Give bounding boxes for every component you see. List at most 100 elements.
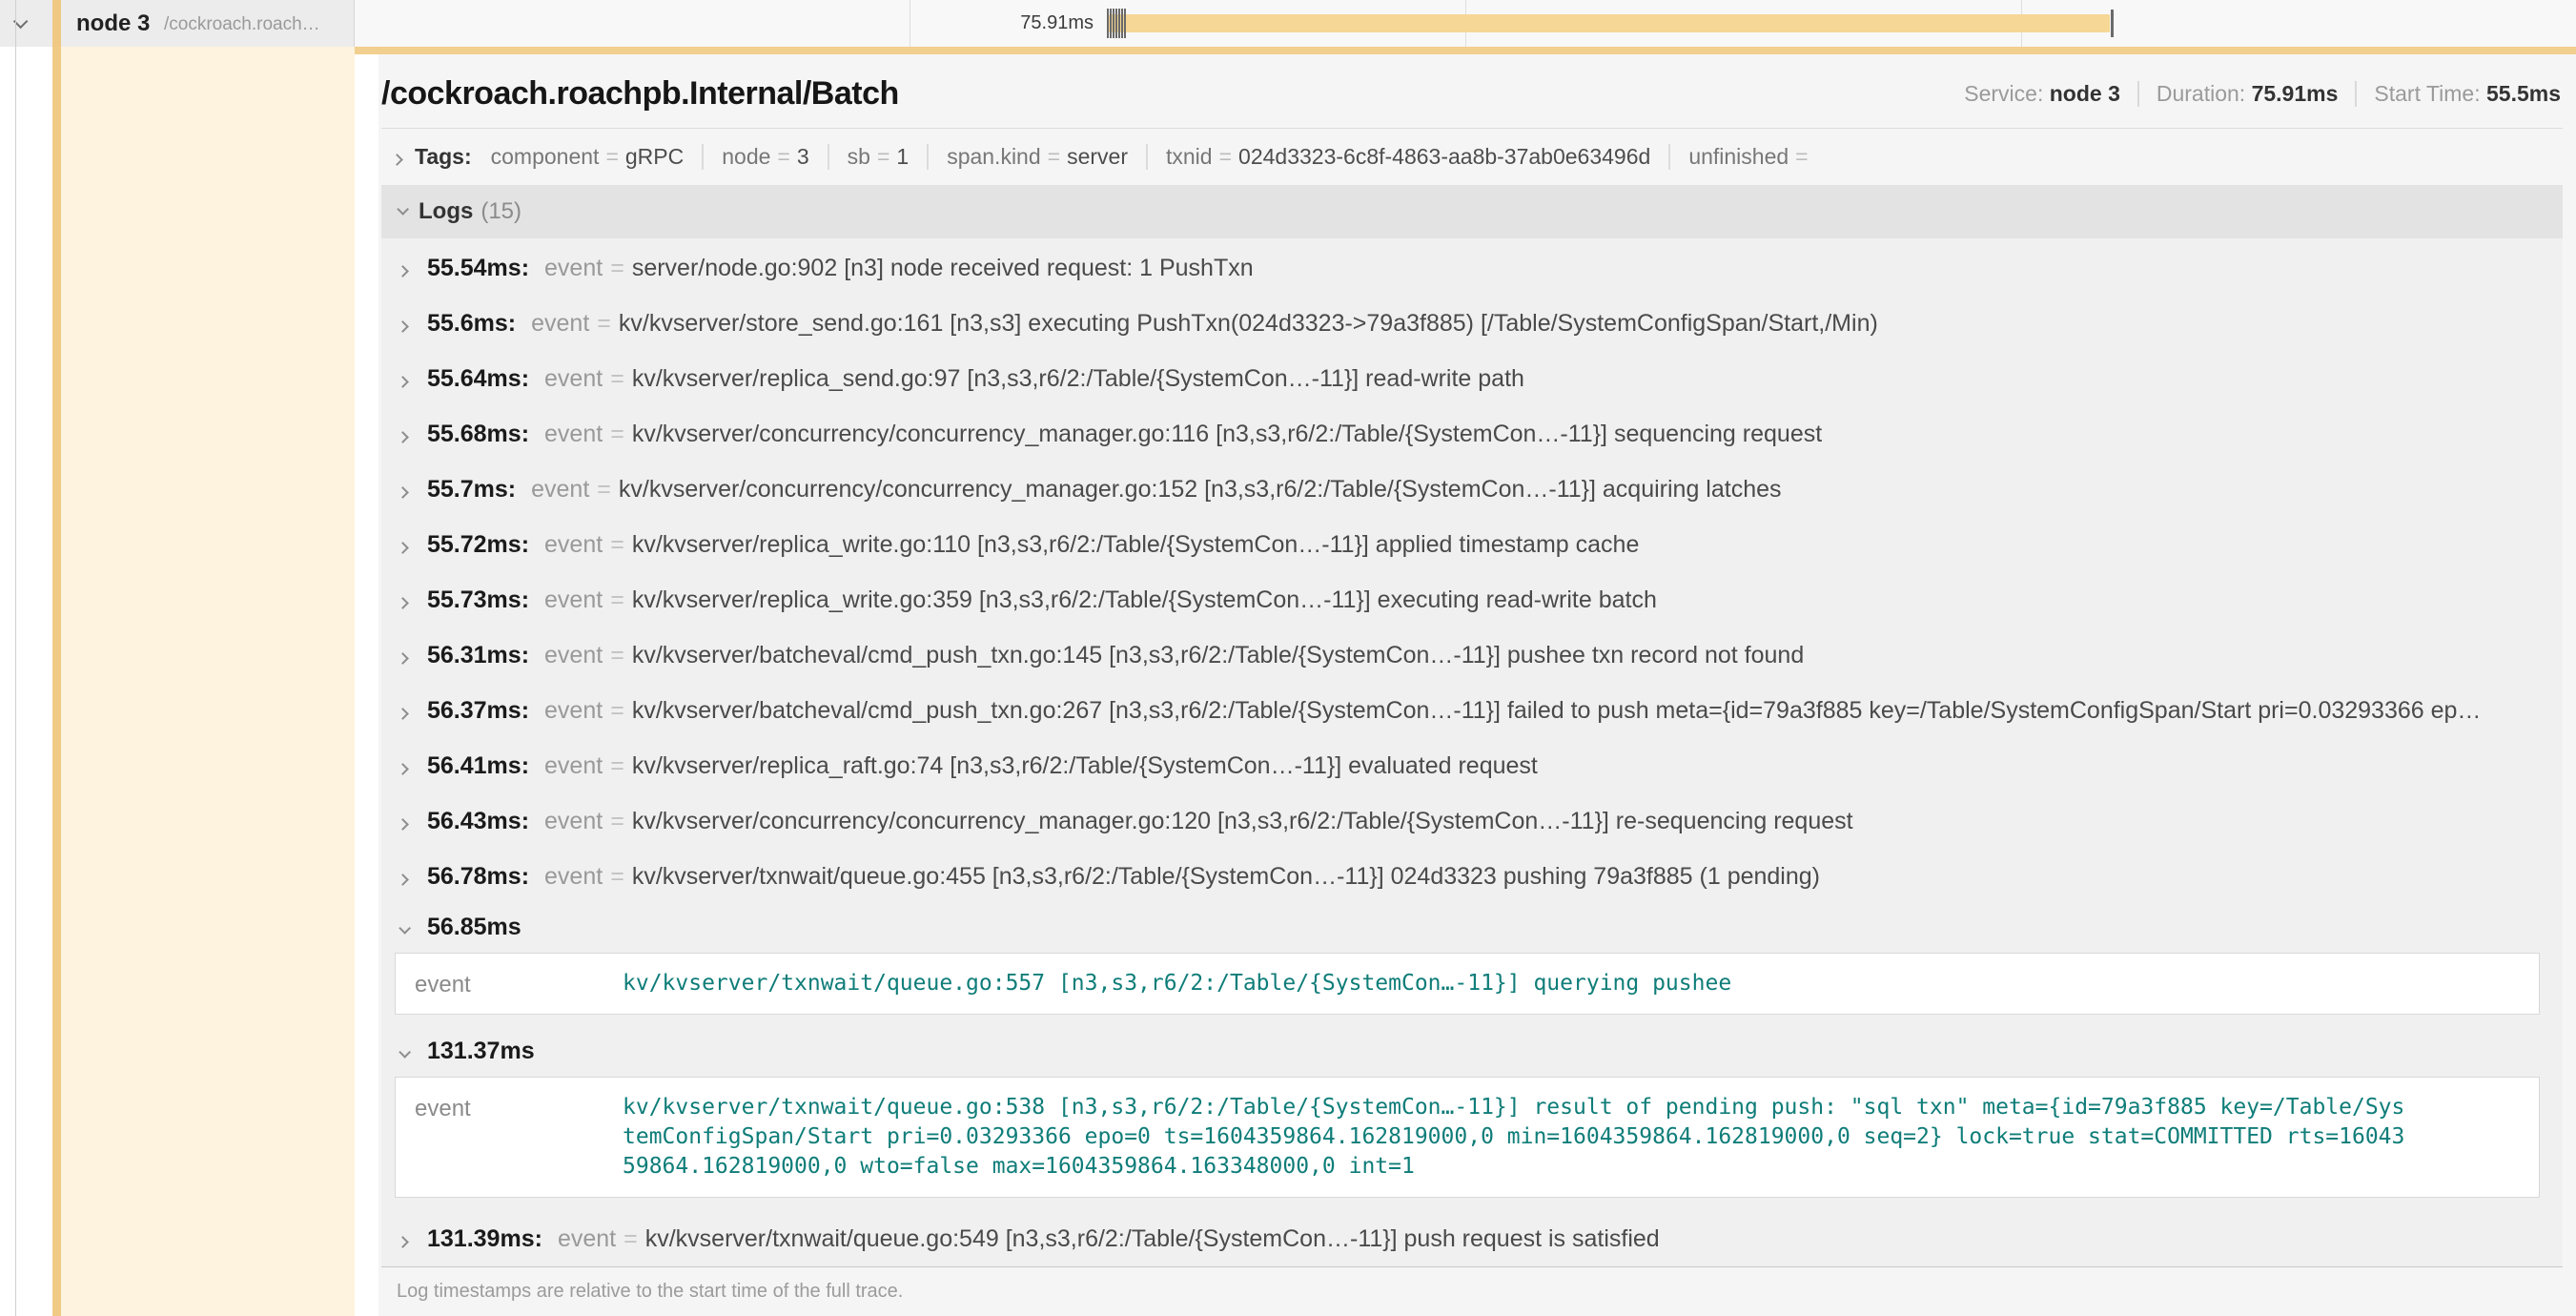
chevron-down-icon	[399, 1038, 427, 1065]
log-field-value: kv/kvserver/replica_write.go:110 [n3,s3,…	[632, 531, 1640, 559]
log-entry-row[interactable]: 56.31ms: event = kv/kvserver/batcheval/c…	[381, 627, 2563, 683]
equals-sign: =	[603, 255, 632, 282]
chevron-right-icon	[399, 531, 427, 559]
tag-item: component=gRPC	[491, 144, 685, 170]
stat-duration: Duration: 75.91ms	[2137, 81, 2339, 107]
log-field-key: event	[531, 310, 589, 338]
log-entry-row[interactable]: 56.41ms: event = kv/kvserver/replica_raf…	[381, 738, 2563, 793]
chevron-right-icon	[399, 586, 427, 614]
log-marker-tick	[1118, 9, 1120, 38]
log-field-value: kv/kvserver/concurrency/concurrency_mana…	[619, 476, 1782, 504]
timeline-viewport[interactable]: 75.91ms	[355, 0, 2576, 47]
log-entry-row[interactable]: 55.64ms: event = kv/kvserver/replica_sen…	[381, 351, 2563, 406]
log-field-key: event	[544, 642, 603, 669]
log-timestamp: 55.72ms:	[427, 531, 529, 559]
log-entry-row[interactable]: 55.72ms: event = kv/kvserver/replica_wri…	[381, 517, 2563, 572]
log-entry-row[interactable]: 55.6ms: event = kv/kvserver/store_send.g…	[381, 296, 2563, 351]
equals-sign: =	[1041, 144, 1067, 169]
equals-sign: =	[603, 752, 632, 780]
log-field-key: event	[544, 255, 603, 282]
log-field-key: event	[531, 476, 589, 504]
log-entry-row[interactable]: 56.78ms: event = kv/kvserver/txnwait/que…	[381, 849, 2563, 904]
logs-title: Logs	[419, 198, 473, 225]
log-timestamp: 56.31ms:	[427, 642, 529, 669]
chevron-right-icon	[399, 697, 427, 725]
tags-label: Tags:	[415, 144, 472, 170]
log-entry-row[interactable]: 56.37ms: event = kv/kvserver/batcheval/c…	[381, 683, 2563, 738]
chevron-down-icon	[399, 914, 427, 941]
logs-accordian-header[interactable]: Logs (15)	[381, 185, 2563, 238]
log-field-value: kv/kvserver/txnwait/queue.go:538 [n3,s3,…	[623, 1093, 2415, 1182]
log-field-value: kv/kvserver/concurrency/concurrency_mana…	[632, 421, 1822, 448]
detail-header: /cockroach.roachpb.Internal/Batch Servic…	[381, 54, 2563, 129]
chevron-right-icon	[399, 365, 427, 393]
log-field-value: kv/kvserver/store_send.go:161 [n3,s3] ex…	[619, 310, 1878, 338]
chevron-right-icon	[399, 421, 427, 448]
log-field-key: event	[544, 808, 603, 835]
stat-service: Service: node 3	[1964, 81, 2120, 107]
log-field-key: event	[544, 752, 603, 780]
tag-divider	[828, 144, 829, 170]
log-field-key: event	[415, 969, 623, 998]
service-name: node 3	[76, 0, 150, 47]
equals-sign: =	[603, 531, 632, 559]
log-field-value: kv/kvserver/replica_write.go:359 [n3,s3,…	[632, 586, 1657, 614]
equals-sign: =	[589, 310, 619, 338]
log-entry-row[interactable]: 55.54ms: event = server/node.go:902 [n3]…	[381, 240, 2563, 296]
equals-sign: =	[616, 1225, 645, 1253]
log-field-key: event	[544, 586, 603, 614]
equals-sign: =	[589, 476, 619, 504]
log-entry-row[interactable]: 56.85ms	[381, 904, 2563, 950]
span-row[interactable]: node 3 /cockroach.roach… 75.91ms	[0, 0, 2576, 47]
log-marker-tick	[1124, 9, 1126, 38]
log-field-key: event	[544, 365, 603, 393]
logs-list: 55.54ms: event = server/node.go:902 [n3]…	[381, 238, 2563, 1267]
log-timestamp: 56.43ms:	[427, 808, 529, 835]
log-entry-row[interactable]: 56.43ms: event = kv/kvserver/concurrency…	[381, 793, 2563, 849]
log-marker-tick	[1113, 9, 1114, 38]
span-color-strip	[52, 0, 61, 47]
log-marker-ticks	[1107, 9, 1126, 38]
chevron-right-icon	[399, 310, 427, 338]
span-duration-bar[interactable]	[1109, 14, 2110, 32]
column-divider	[15, 0, 16, 1316]
log-field-key: event	[544, 531, 603, 559]
log-field-value: kv/kvserver/txnwait/queue.go:557 [n3,s3,…	[623, 969, 1731, 998]
tag-divider	[1146, 144, 1148, 170]
chevron-down-icon	[397, 203, 405, 220]
tag-item: sb=1	[848, 144, 910, 170]
detail-color-strip	[52, 47, 61, 1316]
log-field-value: kv/kvserver/replica_raft.go:74 [n3,s3,r6…	[632, 752, 1538, 780]
chevron-right-icon	[399, 476, 427, 504]
logs-footer-note: Log timestamps are relative to the start…	[381, 1267, 2563, 1316]
log-timestamp: 131.39ms:	[427, 1225, 542, 1253]
log-field-value: server/node.go:902 [n3] node received re…	[632, 255, 1254, 282]
log-entry-row[interactable]: 55.73ms: event = kv/kvserver/replica_wri…	[381, 572, 2563, 627]
log-field-value: kv/kvserver/batcheval/cmd_push_txn.go:14…	[632, 642, 1804, 669]
tag-item: txnid=024d3323-6c8f-4863-aa8b-37ab0e6349…	[1166, 144, 1650, 170]
tags-accordian[interactable]: Tags: component=gRPC node=3 sb=1 span.ki…	[381, 129, 2563, 183]
equals-sign: =	[603, 808, 632, 835]
log-entry-row[interactable]: 55.7ms: event = kv/kvserver/concurrency/…	[381, 462, 2563, 517]
log-entry-row[interactable]: 131.37ms	[381, 1028, 2563, 1074]
log-timestamp: 56.37ms:	[427, 697, 529, 725]
equals-sign: =	[603, 697, 632, 725]
span-title: /cockroach.roachpb.Internal/Batch	[381, 75, 899, 113]
log-marker-tick	[1121, 9, 1123, 38]
log-timestamp: 55.68ms:	[427, 421, 529, 448]
equals-sign: =	[870, 144, 896, 169]
log-timestamp: 55.64ms:	[427, 365, 529, 393]
equals-sign: =	[603, 642, 632, 669]
log-field-value: kv/kvserver/concurrency/concurrency_mana…	[632, 808, 1853, 835]
log-field-key: event	[544, 697, 603, 725]
log-entry-row[interactable]: 55.68ms: event = kv/kvserver/concurrency…	[381, 406, 2563, 462]
chevron-right-icon	[399, 255, 427, 282]
log-timestamp: 131.37ms	[427, 1038, 535, 1065]
logs-count: (15)	[480, 198, 521, 225]
chevron-right-icon	[393, 144, 401, 170]
log-entry-expanded: 131.37ms event kv/kvserver/txnwait/queue…	[381, 1028, 2563, 1198]
log-entry-row[interactable]: 131.39ms: event = kv/kvserver/txnwait/qu…	[381, 1211, 2563, 1266]
log-field-key: event	[415, 1093, 623, 1122]
log-field-value: kv/kvserver/batcheval/cmd_push_txn.go:26…	[632, 697, 2482, 725]
span-name-column[interactable]: node 3 /cockroach.roach…	[0, 0, 355, 47]
